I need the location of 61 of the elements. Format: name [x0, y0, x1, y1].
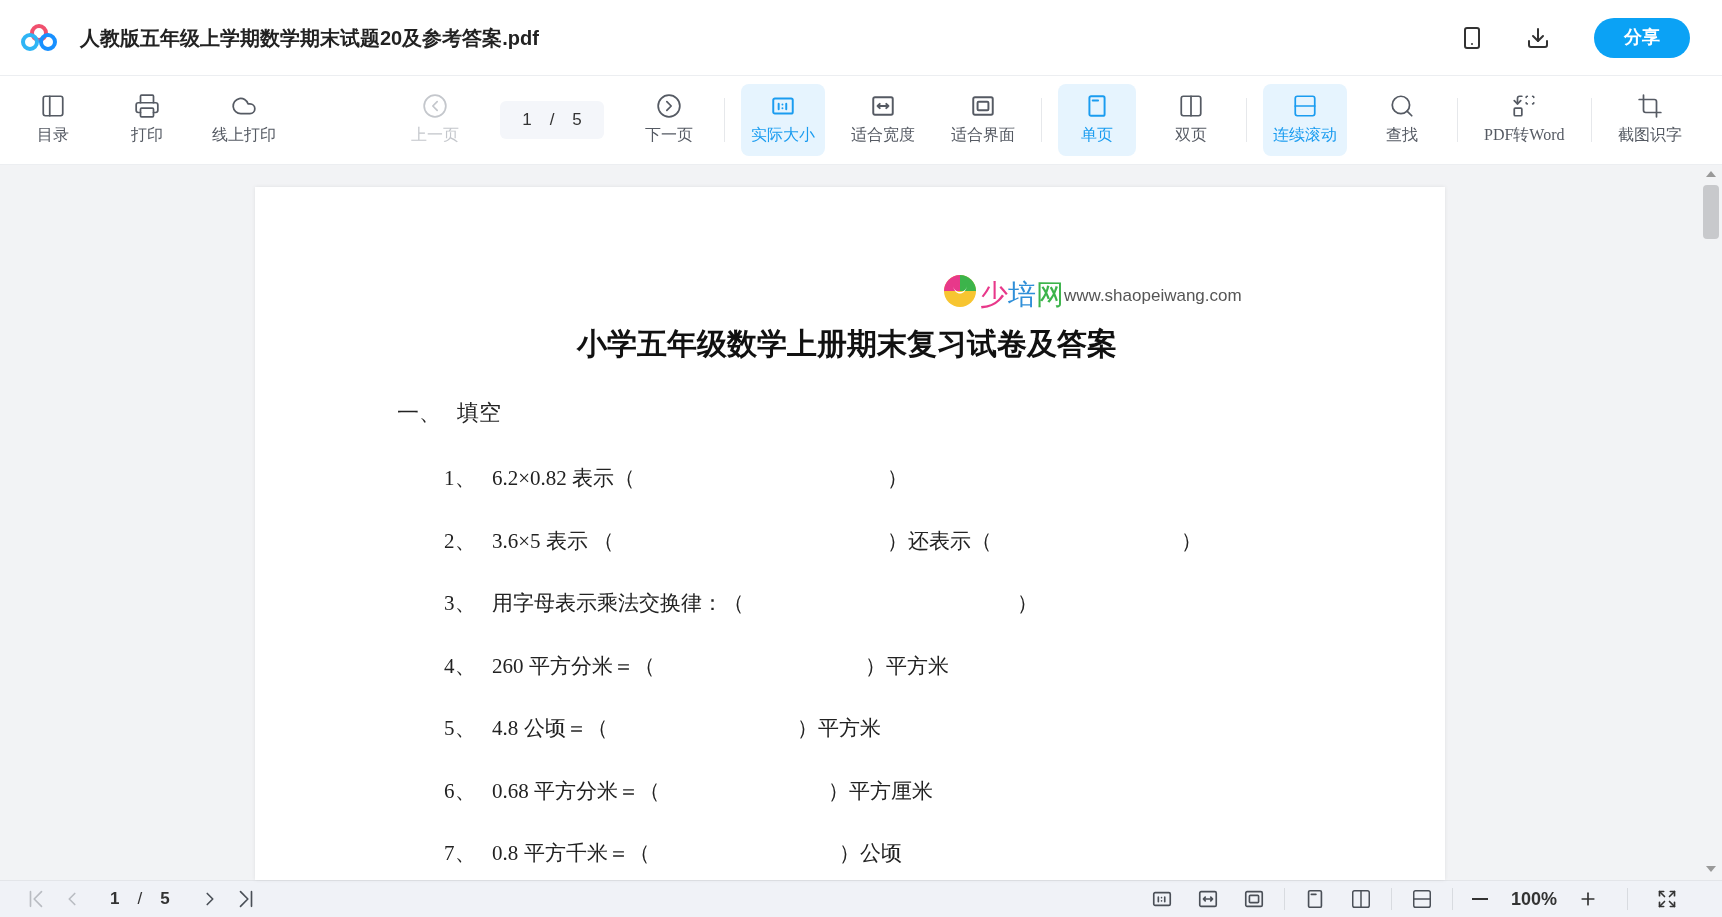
- next-icon: [656, 93, 682, 119]
- question-text: 3.6×5 表示 （ ）还表示（ ）: [492, 527, 1203, 555]
- fit-width-icon: [1196, 888, 1219, 910]
- question-number: 3、: [444, 590, 477, 617]
- current-page: 1: [522, 109, 532, 132]
- zoom-level: 100%: [1510, 887, 1557, 911]
- fit-page-icon: [970, 93, 996, 119]
- toolbar-button[interactable]: 目录: [14, 84, 92, 156]
- question-text: 0.68 平方分米＝（ ）平方厘米: [492, 777, 933, 805]
- download-icon: [1526, 25, 1550, 50]
- page-separator: /: [549, 109, 555, 132]
- question-number: 4、: [444, 652, 477, 680]
- search-icon: [1389, 93, 1415, 119]
- question-number: 7、: [444, 840, 477, 867]
- toolbar-button[interactable]: 查找: [1363, 84, 1441, 156]
- crop-icon: [1636, 93, 1663, 119]
- sidebar-icon: [40, 93, 66, 119]
- convert-icon: [1511, 93, 1538, 119]
- total-pages: 5: [572, 109, 582, 132]
- fit-width-icon: [870, 93, 896, 119]
- site-logo: [942, 273, 978, 309]
- toolbar-button[interactable]: 适合界面: [941, 84, 1025, 156]
- toolbar-button[interactable]: 线上打印: [202, 84, 286, 156]
- total-pages: 5: [160, 888, 170, 911]
- continuous-scroll-icon: [1292, 93, 1318, 119]
- exam-title: 小学五年级数学上册期末复习试卷及答案: [575, 326, 1118, 362]
- toolbar-button[interactable]: 打印: [108, 84, 186, 156]
- site-url: www.shaopeiwang.com: [1064, 284, 1242, 307]
- question-number: 6、: [444, 777, 477, 805]
- double-page-icon: [1349, 888, 1372, 910]
- continuous-scroll-icon: [1410, 888, 1433, 910]
- document-title: 人教版五年级上学期数学期末试题20及参考答案.pdf: [80, 25, 539, 51]
- previous-icon: [422, 93, 448, 119]
- toolbar-button[interactable]: 双页: [1152, 84, 1230, 156]
- question-text: 0.8 平方千米＝（ ）公顷: [492, 840, 902, 867]
- section-title: 填空: [457, 399, 501, 427]
- scroll-up-icon[interactable]: [1706, 171, 1716, 177]
- printer-icon: [134, 93, 160, 119]
- fullscreen-icon: [1657, 889, 1677, 909]
- site-brand: 少培网: [980, 281, 1064, 309]
- toolbar-button[interactable]: 截图识字: [1607, 84, 1692, 156]
- toolbar-button[interactable]: 适合宽度: [841, 84, 925, 156]
- minus-icon: [1471, 898, 1488, 900]
- fit-page-icon: [1242, 888, 1265, 910]
- question-number: 2、: [444, 527, 477, 555]
- scrollbar-thumb[interactable]: [1703, 185, 1719, 239]
- section-number: 一、: [397, 399, 442, 427]
- scroll-down-icon[interactable]: [1706, 866, 1716, 872]
- question-text: 260 平方分米＝（ ）平方米: [492, 652, 949, 680]
- toolbar-button[interactable]: 下一页: [630, 84, 708, 156]
- question-text: 6.2×0.82 表示（ ）: [492, 465, 909, 492]
- question-number: 5、: [444, 715, 477, 742]
- current-page: 1: [110, 888, 120, 911]
- question-text: 用字母表示乘法交换律：（ ）: [492, 590, 1038, 617]
- question-number: 1、: [444, 465, 477, 492]
- double-page-icon: [1178, 93, 1204, 119]
- toolbar-button[interactable]: PDF转Word: [1474, 84, 1575, 156]
- page-separator: /: [137, 888, 143, 911]
- page-number-field[interactable]: 1 / 5: [500, 101, 604, 139]
- question-text: 4.8 公顷＝（ ）平方米: [492, 715, 881, 742]
- app-logo: [20, 22, 58, 53]
